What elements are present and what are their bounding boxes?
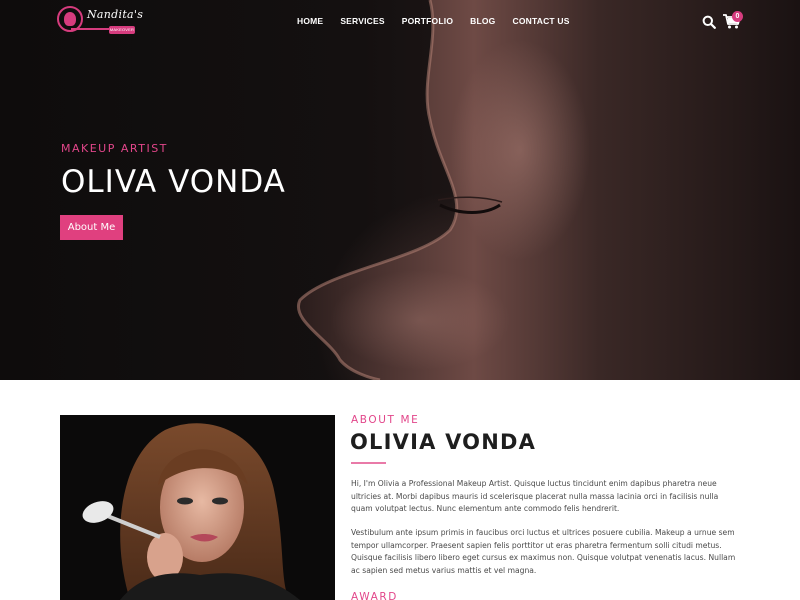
about-title: OLIVIA VONDA bbox=[350, 430, 537, 454]
nav-item-home[interactable]: HOME bbox=[297, 16, 323, 26]
portrait-image bbox=[60, 415, 335, 600]
search-icon[interactable] bbox=[702, 15, 716, 29]
about-photo bbox=[60, 415, 335, 600]
about-paragraph-2: Vestibulum ante ipsum primis in faucibus… bbox=[351, 528, 736, 575]
nav-item-blog[interactable]: BLOG bbox=[470, 16, 495, 26]
logo-brush-icon bbox=[71, 28, 111, 30]
about-me-button[interactable]: About Me bbox=[60, 215, 123, 240]
about-subtitle: ABOUT ME bbox=[351, 414, 420, 426]
about-paragraph-1: Hi, I'm Olivia a Professional Makeup Art… bbox=[351, 479, 719, 513]
main-nav: HOME SERVICES PORTFOLIO BLOG CONTACT US bbox=[297, 16, 570, 26]
site-header: Nandita's MAKEOVER HOME SERVICES PORTFOL… bbox=[0, 0, 800, 44]
brand-logo[interactable]: Nandita's MAKEOVER bbox=[57, 6, 143, 40]
hero-title: OLIVA VONDA bbox=[61, 164, 286, 200]
cart-count-badge: 0 bbox=[732, 11, 743, 22]
brand-tagline: MAKEOVER bbox=[109, 26, 135, 34]
title-divider bbox=[351, 462, 386, 464]
logo-face-icon bbox=[64, 12, 76, 26]
hero-subtitle: MAKEUP ARTIST bbox=[61, 142, 168, 155]
brand-name: Nandita's bbox=[87, 8, 144, 21]
award-heading: AWARD bbox=[351, 591, 398, 600]
nav-item-services[interactable]: SERVICES bbox=[340, 16, 384, 26]
nav-item-contact[interactable]: CONTACT US bbox=[513, 16, 570, 26]
nav-item-portfolio[interactable]: PORTFOLIO bbox=[402, 16, 453, 26]
